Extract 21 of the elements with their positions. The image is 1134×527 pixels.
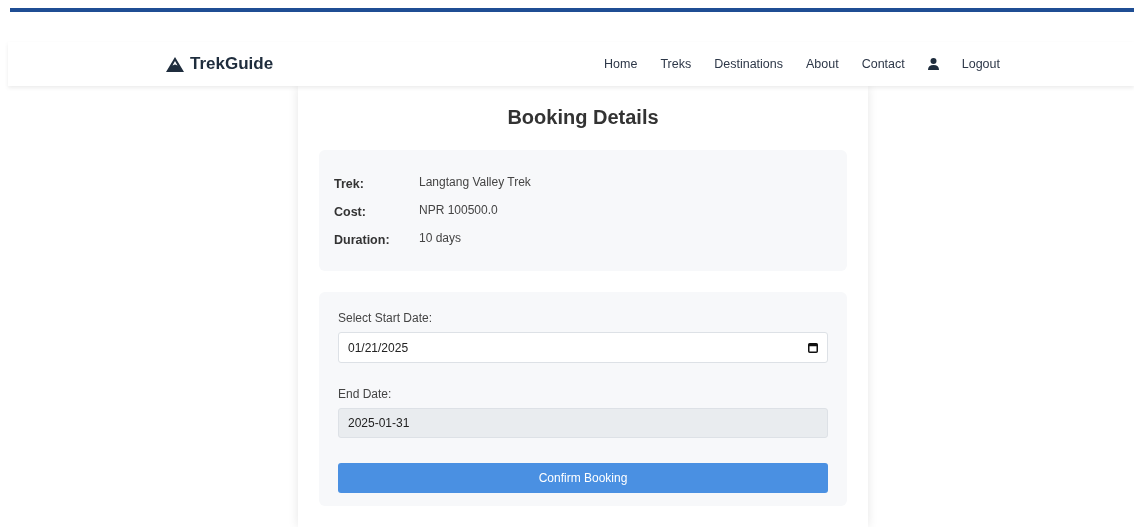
nav-link[interactable]: Home — [604, 54, 638, 74]
brand-name[interactable]: TrekGuide — [190, 51, 274, 77]
nav-link[interactable]: Contact — [861, 54, 905, 74]
detail-label: Trek: — [334, 175, 365, 193]
nav-link[interactable]: Destinations — [714, 54, 783, 74]
detail-value: 10 days — [419, 230, 462, 247]
detail-label: Duration: — [334, 231, 391, 249]
field-label: End Date: — [338, 386, 393, 403]
mountain-icon — [166, 56, 184, 72]
detail-value: NPR 100500.0 — [419, 202, 498, 219]
calendar-icon[interactable] — [808, 342, 818, 353]
nav-link[interactable]: About — [806, 54, 839, 74]
detail-value: Langtang Valley Trek — [419, 174, 531, 191]
user-icon[interactable] — [927, 58, 939, 70]
page-title: Booking Details — [506, 105, 660, 130]
date-field[interactable]: 01/21/2025 — [338, 332, 828, 363]
field-label: Select Start Date: — [338, 310, 434, 327]
input-field[interactable]: 2025-01-31 — [338, 408, 828, 438]
nav-link[interactable]: Logout — [961, 54, 1000, 74]
detail-label: Cost: — [334, 203, 367, 221]
nav-link[interactable]: Treks — [660, 54, 692, 74]
